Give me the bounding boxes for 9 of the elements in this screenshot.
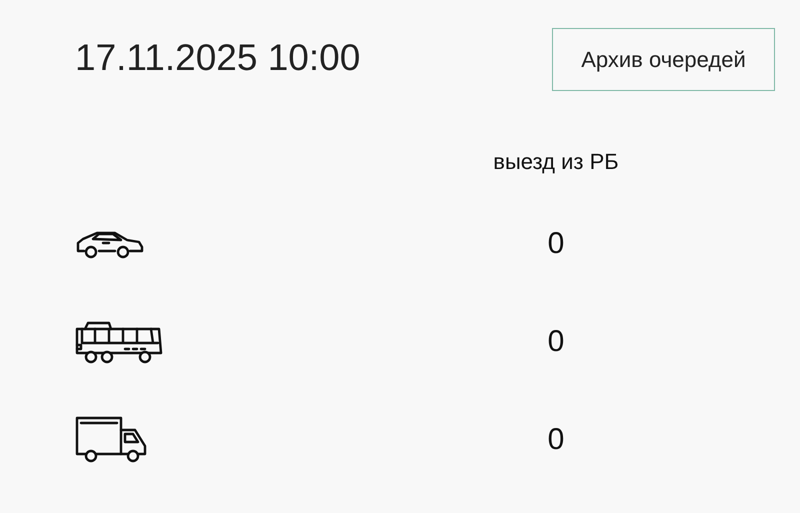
- bus-icon: [75, 319, 163, 365]
- column-header: выезд из РБ: [493, 149, 619, 175]
- archive-button[interactable]: Архив очередей: [552, 28, 775, 91]
- queue-count: 0: [548, 325, 564, 359]
- queue-count: 0: [548, 423, 564, 457]
- car-icon: [75, 229, 145, 259]
- queue-count: 0: [548, 227, 564, 261]
- truck-icon: [75, 416, 147, 464]
- date-time: 17.11.2025 10:00: [75, 36, 360, 78]
